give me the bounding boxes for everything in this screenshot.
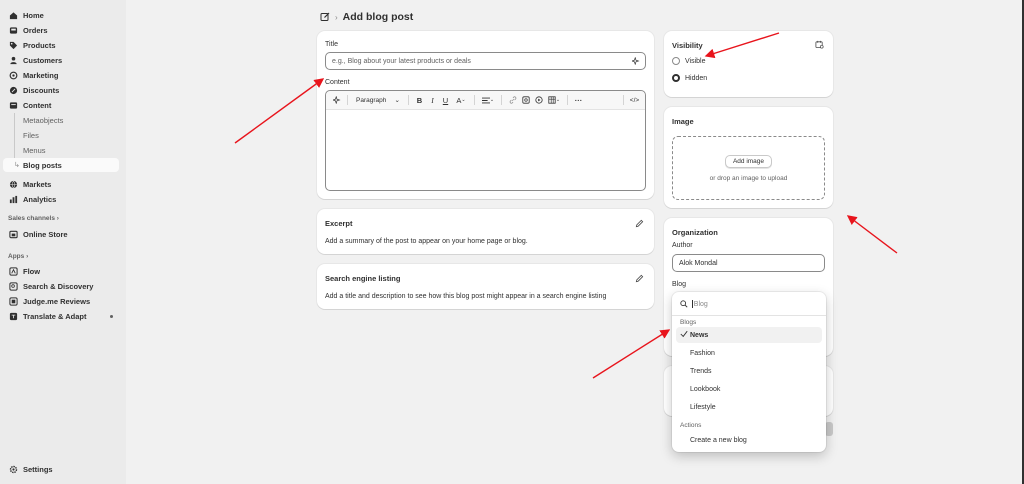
arrow-to-blog-dropdown bbox=[592, 329, 671, 379]
arrow-to-organization bbox=[846, 215, 898, 254]
app-window: Home Orders Products Customers Marketing… bbox=[0, 0, 1024, 484]
annotation-arrows bbox=[234, 32, 898, 379]
arrow-to-visibility bbox=[704, 32, 780, 59]
arrow-to-title bbox=[234, 78, 325, 144]
